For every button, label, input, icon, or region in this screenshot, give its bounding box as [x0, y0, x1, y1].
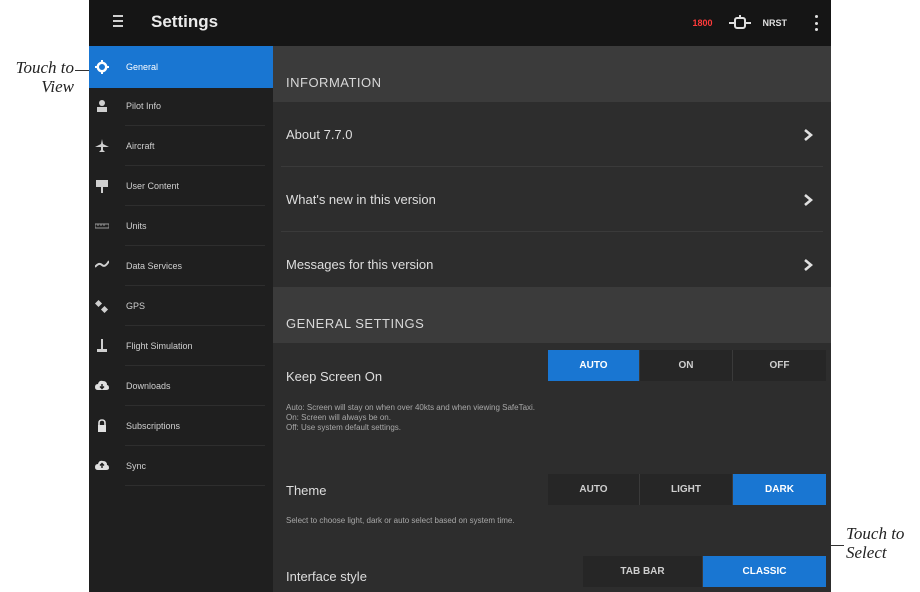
page-title: Settings [151, 12, 219, 31]
nearest-button[interactable]: NRST [763, 18, 788, 28]
callout-touch-to-select: Touch to Select [846, 524, 920, 562]
overflow-menu-icon[interactable] [815, 15, 819, 31]
cloud-sync-icon [95, 460, 109, 470]
callout-text: Touch to [846, 524, 905, 543]
data-services-icon [95, 260, 109, 268]
keep-screen-on-description: Auto: Screen will stay on when over 40kt… [286, 403, 535, 433]
section-header-information: INFORMATION [273, 46, 831, 102]
lock-icon [98, 419, 106, 432]
keep-screen-on-auto-button[interactable]: AUTO [548, 350, 640, 381]
cloud-download-icon [95, 380, 109, 390]
theme-light-button[interactable]: LIGHT [640, 474, 733, 505]
sidebar-item-sync[interactable]: Sync [89, 446, 273, 486]
settings-sidebar: General Pilot Info Aircraft User Content… [89, 46, 273, 592]
aircraft-device-icon[interactable] [728, 15, 751, 31]
status-alert-text[interactable]: 1800 [692, 18, 712, 28]
keep-screen-on-off-button[interactable]: OFF [733, 350, 826, 381]
theme-label: Theme [286, 483, 327, 498]
description-line: Off: Use system default settings. [286, 423, 402, 432]
satellite-icon [95, 299, 109, 313]
sidebar-item-aircraft[interactable]: Aircraft [89, 126, 273, 166]
sidebar-item-label: Sync [126, 461, 147, 471]
section-header-general-settings: GENERAL SETTINGS [273, 287, 831, 343]
callout-text: Touch to [15, 58, 74, 77]
settings-content: INFORMATION About 7.7.0 What's new in th… [273, 46, 831, 592]
about-row[interactable]: About 7.7.0 [273, 102, 831, 167]
sidebar-item-label: Aircraft [126, 141, 155, 151]
sidebar-item-gps[interactable]: GPS [89, 286, 273, 326]
top-bar: Settings 1800 NRST [89, 0, 831, 46]
sidebar-item-units[interactable]: Units [89, 206, 273, 246]
interface-style-label: Interface style [286, 569, 367, 584]
top-bar-status: 1800 NRST [692, 0, 819, 46]
interface-style-classic-button[interactable]: CLASSIC [703, 556, 826, 587]
sidebar-item-label: GPS [126, 301, 146, 311]
sidebar-item-label: General [126, 62, 159, 72]
interface-style-segmented-control: TAB BAR CLASSIC [583, 556, 826, 587]
keep-screen-on-segmented-control: AUTO ON OFF [548, 350, 826, 381]
chevron-right-icon [804, 258, 813, 271]
callout-text: Select [846, 543, 887, 562]
sidebar-item-label: Downloads [126, 381, 171, 391]
interface-style-tab-bar-button[interactable]: TAB BAR [583, 556, 703, 587]
sidebar-item-user-content[interactable]: User Content [89, 166, 273, 206]
theme-dark-button[interactable]: DARK [733, 474, 826, 505]
sidebar-item-label: Pilot Info [126, 101, 162, 111]
sidebar-item-general[interactable]: General [89, 46, 273, 88]
whats-new-row[interactable]: What's new in this version [273, 167, 831, 232]
ruler-icon [95, 223, 109, 229]
chevron-right-icon [804, 193, 813, 206]
sidebar-item-label: Data Services [126, 261, 183, 271]
row-label: What's new in this version [286, 192, 436, 207]
sidebar-item-subscriptions[interactable]: Subscriptions [89, 406, 273, 446]
callout-touch-to-view: Touch to View [6, 58, 74, 96]
user-content-icon [96, 180, 108, 193]
theme-auto-button[interactable]: AUTO [548, 474, 640, 505]
keep-screen-on-label: Keep Screen On [286, 369, 383, 384]
sidebar-item-data-services[interactable]: Data Services [89, 246, 273, 286]
description-line: On: Screen will always be on. [286, 413, 391, 422]
sidebar-item-label: Flight Simulation [126, 341, 193, 351]
keep-screen-on-on-button[interactable]: ON [640, 350, 733, 381]
joystick-icon [97, 339, 107, 352]
sidebar-item-label: User Content [126, 181, 180, 191]
sidebar-item-label: Units [126, 221, 147, 231]
sidebar-item-downloads[interactable]: Downloads [89, 366, 273, 406]
chevron-right-icon [804, 128, 813, 141]
row-label: Messages for this version [286, 257, 434, 272]
row-label: About 7.7.0 [286, 127, 353, 142]
theme-segmented-control: AUTO LIGHT DARK [548, 474, 826, 505]
sidebar-item-pilot-info[interactable]: Pilot Info [89, 86, 273, 126]
sidebar-item-flight-simulation[interactable]: Flight Simulation [89, 326, 273, 366]
theme-description: Select to choose light, dark or auto sel… [286, 516, 515, 525]
airplane-icon [95, 139, 109, 152]
sidebar-item-label: Subscriptions [126, 421, 181, 431]
gear-icon [95, 60, 109, 74]
person-icon [97, 100, 107, 112]
callout-text: View [41, 77, 74, 96]
menu-icon[interactable] [113, 15, 123, 29]
description-line: Auto: Screen will stay on when over 40kt… [286, 403, 536, 412]
settings-app: Settings 1800 NRST General Pilot Info Ai… [89, 0, 831, 592]
